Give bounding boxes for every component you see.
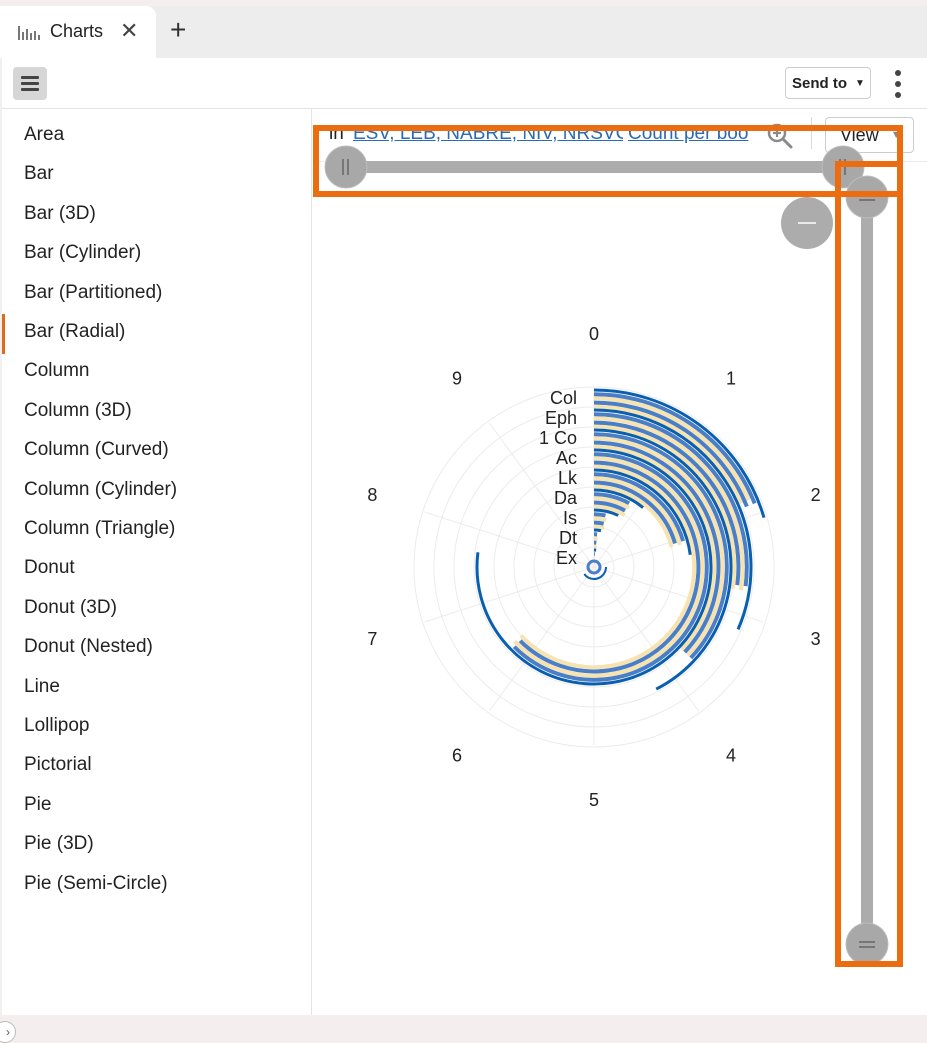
sidebar-item[interactable]: Bar (3D) — [24, 203, 96, 225]
close-icon[interactable]: ✕ — [120, 18, 138, 44]
bar-chart-icon — [18, 26, 40, 40]
category-label: Lk — [558, 468, 578, 488]
sidebar-item[interactable]: Line — [24, 676, 60, 698]
radial-bar-segment[interactable] — [594, 530, 601, 531]
category-label: 1 Co — [539, 428, 577, 448]
category-label: Ex — [556, 548, 577, 568]
toolbar: Send to ▼ — [2, 58, 927, 109]
zoom-out-button[interactable] — [781, 197, 833, 249]
grid-spoke — [425, 567, 594, 622]
chart-type-list: › AreaBarBar (3D)Bar (Cylinder)Bar (Part… — [2, 109, 312, 1015]
sidebar-item[interactable]: Area — [24, 124, 64, 146]
grid-spoke — [489, 567, 594, 711]
sidebar-item[interactable]: Donut (3D) — [24, 597, 117, 619]
sidebar-item[interactable]: Bar — [24, 163, 54, 185]
angle-tick-label: 8 — [367, 485, 377, 505]
sidebar-item[interactable]: Lollipop — [24, 715, 90, 737]
sidebar-item[interactable]: Donut (Nested) — [24, 636, 153, 658]
angle-tick-label: 3 — [811, 629, 821, 649]
app-window: Charts ✕ + Send to ▼ › AreaBarBar (3D)Ba… — [0, 6, 927, 1015]
highlight-horizontal-scrollbar — [313, 125, 903, 197]
radial-bar-segment[interactable] — [594, 514, 606, 515]
category-label: Col — [550, 388, 577, 408]
angle-tick-label: 6 — [452, 746, 462, 766]
angle-tick-label: 9 — [452, 368, 462, 388]
sidebar-item[interactable]: Pie — [24, 794, 51, 816]
collapse-sidebar-icon[interactable]: › — [0, 1021, 16, 1043]
category-label: Da — [554, 488, 578, 508]
sidebar-item[interactable]: Bar (Cylinder) — [24, 242, 141, 264]
tab-charts[interactable]: Charts ✕ — [0, 6, 156, 58]
sidebar-item[interactable]: Pictorial — [24, 754, 92, 776]
more-options-icon[interactable] — [892, 70, 904, 98]
sidebar-item[interactable]: Pie (Semi-Circle) — [24, 873, 168, 895]
add-tab-button[interactable]: + — [170, 16, 186, 44]
sidebar-item[interactable]: Bar (Radial) — [24, 321, 125, 343]
category-label: Eph — [545, 408, 577, 428]
sidebar-item[interactable]: Pie (3D) — [24, 833, 94, 855]
highlight-vertical-scrollbar — [835, 161, 903, 967]
angle-tick-label: 4 — [726, 746, 736, 766]
category-label: Dt — [559, 528, 577, 548]
angle-tick-label: 1 — [726, 368, 736, 388]
sidebar-item[interactable]: Donut — [24, 557, 75, 579]
radial-bar-segment[interactable] — [594, 518, 606, 520]
active-item-marker — [2, 314, 5, 354]
menu-button[interactable] — [13, 67, 47, 100]
angle-tick-label: 2 — [811, 485, 821, 505]
sidebar-item[interactable]: Column (Cylinder) — [24, 479, 177, 501]
radial-bar-segment[interactable] — [594, 527, 604, 528]
tab-bar: Charts ✕ + — [0, 6, 927, 58]
sidebar-item[interactable]: Bar (Partitioned) — [24, 282, 162, 304]
sidebar-item[interactable]: Column (3D) — [24, 400, 132, 422]
main-panel: Send to ▼ › AreaBarBar (3D)Bar (Cylinder… — [2, 58, 927, 1015]
chevron-down-icon: ▼ — [855, 78, 865, 89]
sidebar-item[interactable]: Column (Curved) — [24, 439, 169, 461]
category-label: Is — [563, 508, 577, 528]
angle-tick-label: 5 — [589, 790, 599, 810]
sidebar-item[interactable]: Column (Triangle) — [24, 518, 175, 540]
angle-tick-label: 7 — [367, 629, 377, 649]
chart-area: in ESV, LEB, NABRE, NIV, NRSVCE Count pe… — [313, 109, 927, 1015]
category-label: Ac — [556, 448, 577, 468]
send-to-label: Send to — [792, 75, 847, 92]
angle-tick-label: 0 — [589, 324, 599, 344]
send-to-button[interactable]: Send to ▼ — [785, 67, 871, 99]
radial-bar-segment[interactable] — [594, 523, 604, 524]
tab-title: Charts — [50, 21, 103, 42]
sidebar-item[interactable]: Column — [24, 360, 89, 382]
